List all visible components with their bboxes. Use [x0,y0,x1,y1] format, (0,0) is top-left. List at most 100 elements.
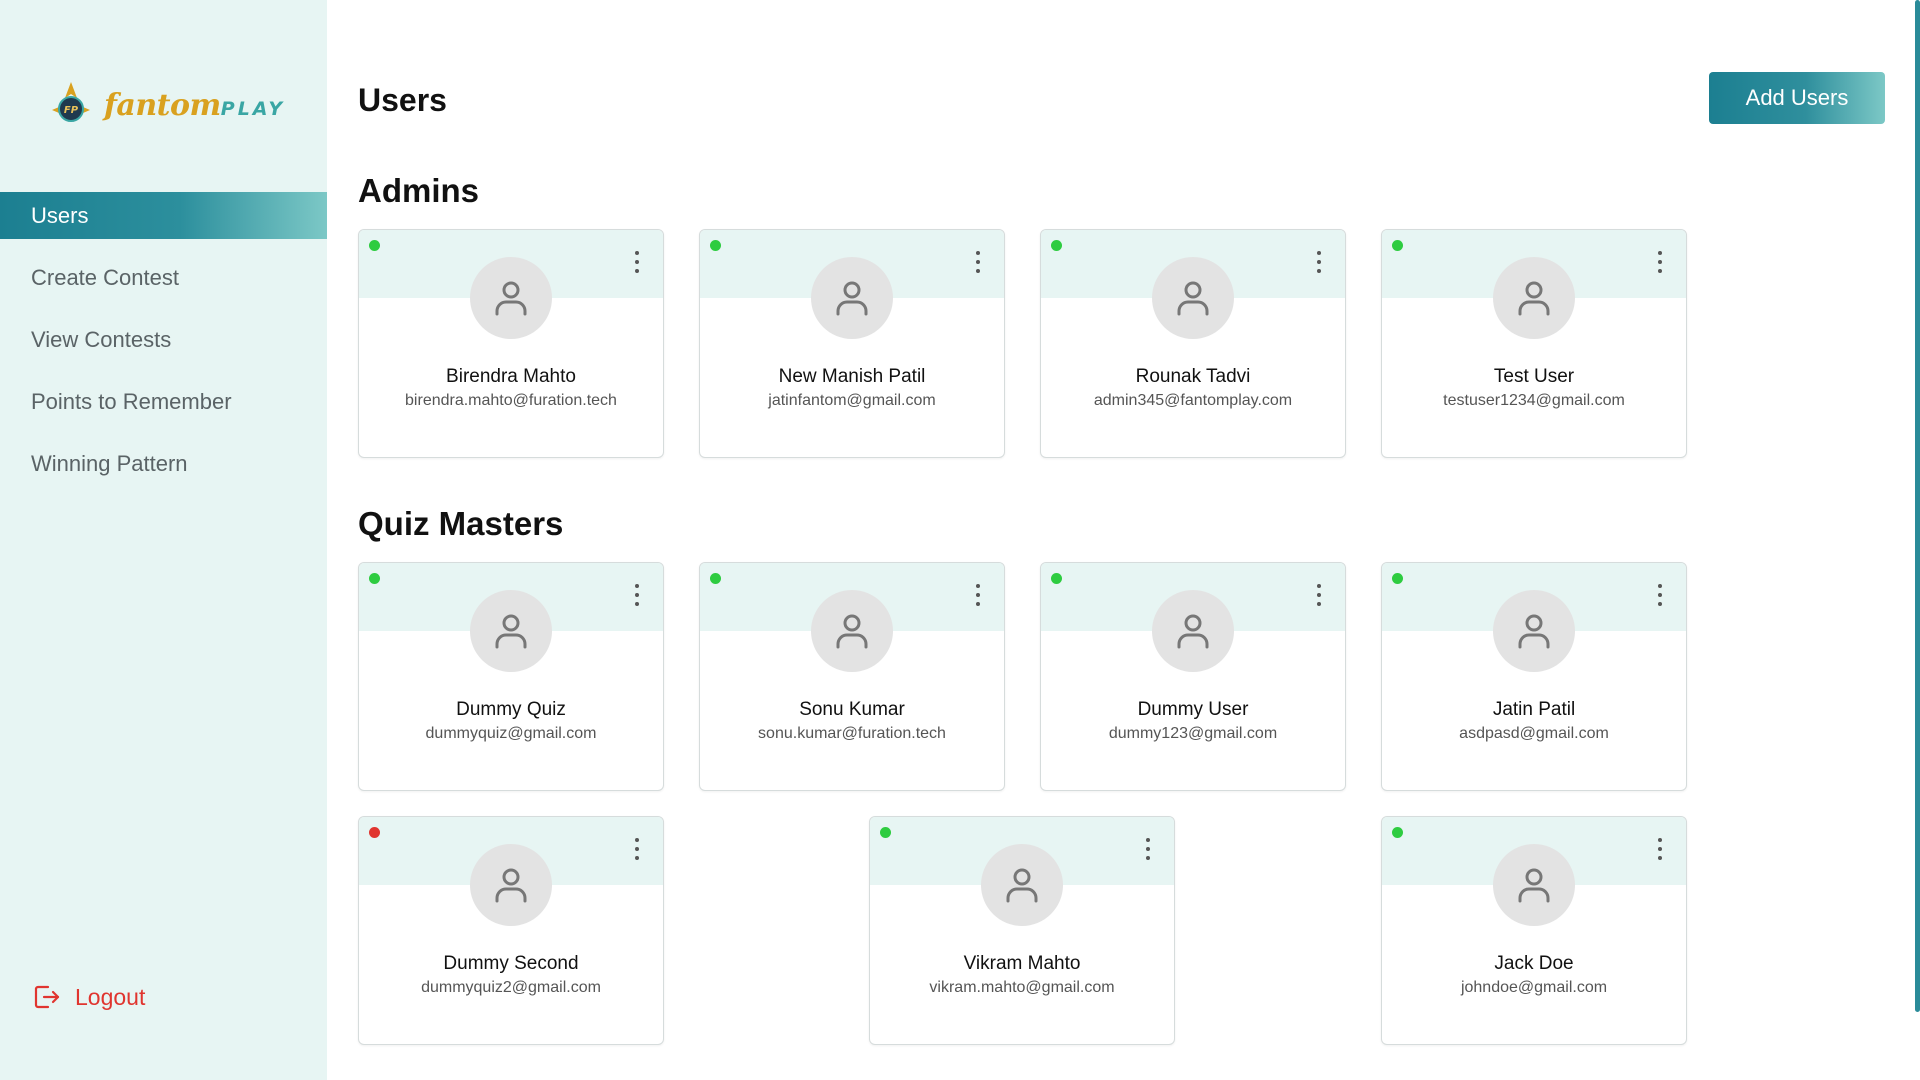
user-icon [836,281,868,316]
user-name: Vikram Mahto [963,953,1081,974]
user-name: Rounak Tadvi [1135,366,1251,387]
avatar [1493,257,1575,339]
user-card[interactable]: New Manish Patil jatinfantom@gmail.com [699,229,1005,458]
user-email: dummy123@gmail.com [1108,725,1278,742]
user-name: Dummy Quiz [456,699,566,720]
status-dot [1051,240,1062,251]
brand-name-main: fantom [104,87,221,123]
user-email: johndoe@gmail.com [1460,979,1608,996]
sidebar: FP fantomPLAY Users Create Contest View … [0,0,327,1080]
page-title: Users [358,82,447,118]
status-dot [710,240,721,251]
avatar [981,844,1063,926]
status-dot [1051,573,1062,584]
logout-icon [34,985,60,1009]
section-title-admins: Admins [358,172,480,209]
more-options-icon[interactable] [1313,248,1325,276]
avatar [1493,590,1575,672]
svg-text:FP: FP [64,105,79,116]
page-scrollbar[interactable] [1915,0,1920,1012]
user-icon [495,281,527,316]
user-card[interactable]: Dummy Second dummyquiz2@gmail.com [358,816,664,1045]
more-options-icon[interactable] [1654,248,1666,276]
user-email: sonu.kumar@furation.tech [758,725,946,742]
user-email: asdpasd@gmail.com [1459,725,1609,742]
app-root: FP fantomPLAY Users Create Contest View … [0,0,1920,1080]
user-card[interactable]: Jatin Patil asdpasd@gmail.com [1381,562,1687,791]
user-email: admin345@fantomplay.com [1093,392,1293,409]
avatar [1152,257,1234,339]
status-dot [1392,827,1403,838]
user-email: testuser1234@gmail.com [1443,392,1625,409]
user-card[interactable]: Sonu Kumar sonu.kumar@furation.tech [699,562,1005,791]
avatar [1493,844,1575,926]
more-options-icon[interactable] [631,581,643,609]
user-card[interactable]: Dummy User dummy123@gmail.com [1040,562,1346,791]
avatar [470,844,552,926]
status-dot [1392,240,1403,251]
user-name: Test User [1493,366,1575,387]
status-dot [880,827,891,838]
more-options-icon[interactable] [972,581,984,609]
user-email: dummyquiz@gmail.com [425,725,597,742]
logout-label: Logout [75,983,146,1010]
section-title-quiz-masters: Quiz Masters [358,505,564,542]
user-card[interactable]: Jack Doe johndoe@gmail.com [1381,816,1687,1045]
avatar [811,257,893,339]
more-options-icon[interactable] [631,835,643,863]
user-icon [1177,281,1209,316]
brand-logo: FP fantomPLAY [46,80,285,130]
more-options-icon[interactable] [1654,835,1666,863]
avatar [470,257,552,339]
user-email: vikram.mahto@gmail.com [929,979,1115,996]
user-name: Jack Doe [1494,953,1574,974]
sidebar-item-points-to-remember[interactable]: Points to Remember [0,378,327,425]
sidebar-item-create-contest[interactable]: Create Contest [0,254,327,301]
status-dot [369,240,380,251]
user-email: jatinfantom@gmail.com [768,392,936,409]
user-icon [495,614,527,649]
fantomplay-logo-icon: FP [52,82,90,122]
user-card[interactable]: Birendra Mahto birendra.mahto@furation.te… [358,229,664,458]
user-name: Dummy Second [443,953,579,974]
sidebar-item-winning-pattern[interactable]: Winning Pattern [0,440,327,487]
user-name: Birendra Mahto [446,366,576,387]
sidebar-nav: Users Create Contest View Contests Point… [0,192,327,502]
avatar [470,590,552,672]
user-name: Jatin Patil [1492,699,1576,720]
main-content: Users Add Users Admins Quiz Masters Bire… [327,0,1920,1080]
brand-wordmark: fantomPLAY [104,88,285,123]
user-icon [1518,281,1550,316]
user-icon [495,868,527,903]
avatar [1152,590,1234,672]
user-email: dummyquiz2@gmail.com [421,979,601,996]
user-email: birendra.mahto@furation.tech [405,392,617,409]
user-icon [1177,614,1209,649]
user-icon [1006,868,1038,903]
more-options-icon[interactable] [972,248,984,276]
more-options-icon[interactable] [1313,581,1325,609]
status-dot [1392,573,1403,584]
user-icon [1518,868,1550,903]
sidebar-item-view-contests[interactable]: View Contests [0,316,327,363]
user-name: Sonu Kumar [799,699,905,720]
avatar [811,590,893,672]
sidebar-item-users[interactable]: Users [0,192,327,239]
user-card[interactable]: Vikram Mahto vikram.mahto@gmail.com [869,816,1175,1045]
status-dot [369,573,380,584]
brand-name-sub: PLAY [220,97,286,120]
more-options-icon[interactable] [1142,835,1154,863]
user-icon [1518,614,1550,649]
user-name: Dummy User [1137,699,1249,720]
user-card[interactable]: Rounak Tadvi admin345@fantomplay.com [1040,229,1346,458]
status-dot [369,827,380,838]
add-users-button[interactable]: Add Users [1709,72,1885,124]
more-options-icon[interactable] [1654,581,1666,609]
logout-button[interactable]: Logout [31,982,145,1012]
user-icon [836,614,868,649]
user-name: New Manish Patil [778,366,926,387]
user-card[interactable]: Dummy Quiz dummyquiz@gmail.com [358,562,664,791]
more-options-icon[interactable] [631,248,643,276]
status-dot [710,573,721,584]
user-card[interactable]: Test User testuser1234@gmail.com [1381,229,1687,458]
